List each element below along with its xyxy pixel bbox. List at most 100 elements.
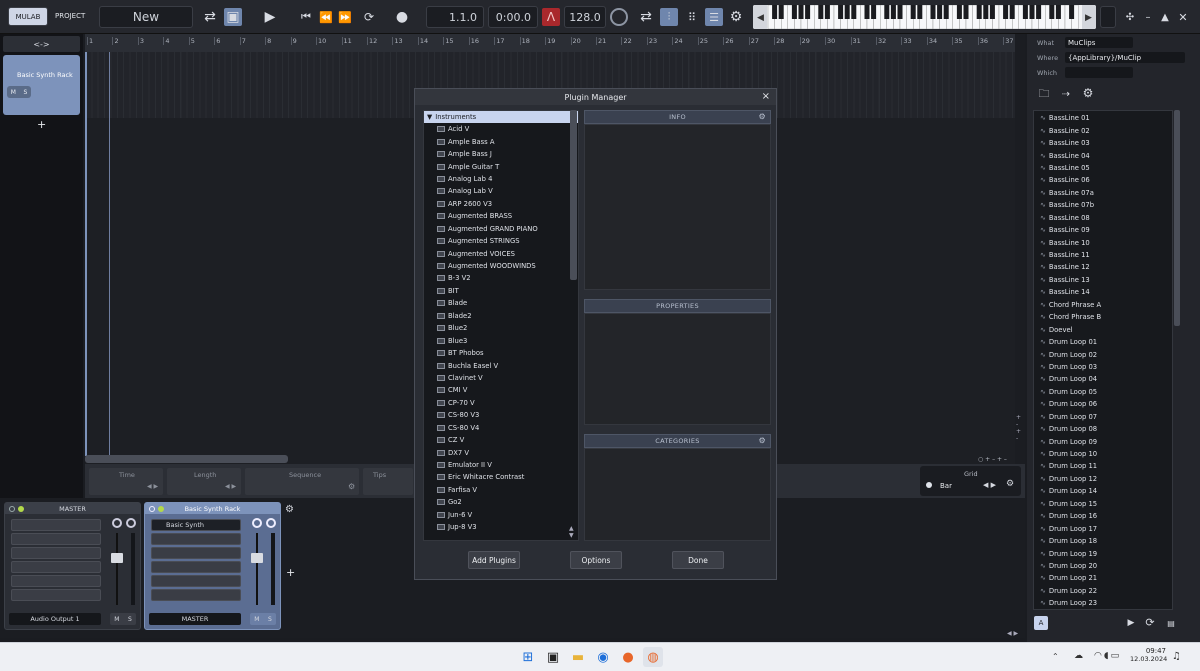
plugin-list-item[interactable]: Jup-8 V3 — [424, 521, 578, 533]
play-icon[interactable]: ▶ — [262, 9, 278, 25]
insert-slot[interactable] — [11, 519, 101, 531]
plugin-list-item[interactable]: Ample Bass A — [424, 135, 578, 147]
insert-slot[interactable] — [151, 547, 241, 559]
category-header[interactable]: ▼ Instruments — [424, 111, 578, 123]
horizontal-zoom-controls[interactable]: ○ + – + – — [978, 456, 1007, 463]
keyboard-strip[interactable]: ◀ ▶ — [753, 5, 1096, 29]
black-key[interactable] — [1022, 5, 1028, 19]
length-param[interactable]: Length ◀ ▶ — [167, 468, 241, 495]
options-button[interactable]: Options — [570, 551, 622, 569]
clip-list-item[interactable]: ∿ BassLine 13 — [1034, 274, 1172, 286]
rack-mute-solo[interactable]: MS — [250, 613, 276, 625]
black-key[interactable] — [976, 5, 982, 19]
time-arrows[interactable]: ◀ ▶ — [147, 483, 158, 490]
clip-list-item[interactable]: ∿ Drum Loop 10 — [1034, 448, 1172, 460]
plugin-list-item[interactable]: Farfisa V — [424, 484, 578, 496]
pan-knob-icon[interactable] — [266, 518, 276, 528]
plugin-list-item[interactable]: Go2 — [424, 496, 578, 508]
gain-knob-icon[interactable] — [252, 518, 262, 528]
black-key[interactable] — [824, 5, 830, 19]
plugin-list-item[interactable]: Acid V — [424, 123, 578, 135]
clip-list[interactable]: ∿ BassLine 01 ∿ BassLine 02 ∿ BassLine 03 ∿ Bas… — [1033, 110, 1173, 610]
plugin-list-item[interactable]: Blue3 — [424, 334, 578, 346]
where-field[interactable]: {AppLibrary}/MuClip — [1065, 52, 1185, 63]
position-display[interactable]: 1.1.0 — [426, 6, 484, 28]
info-gear-icon[interactable]: ⚙ — [759, 112, 766, 121]
insert-slot[interactable] — [151, 561, 241, 573]
plugin-list-item[interactable]: CMI V — [424, 384, 578, 396]
insert-slot[interactable] — [151, 589, 241, 601]
plugin-list-item[interactable]: Augmented BRASS — [424, 210, 578, 222]
black-key[interactable] — [983, 5, 989, 19]
black-key[interactable] — [818, 5, 824, 19]
mulab-app-icon[interactable]: ◍ — [643, 647, 663, 667]
clip-list-item[interactable]: ∿ Drum Loop 03 — [1034, 361, 1172, 373]
insert-slot[interactable] — [151, 533, 241, 545]
clip-list-item[interactable]: ∿ BassLine 03 — [1034, 137, 1172, 149]
clip-list-item[interactable]: ∿ Drum Loop 22 — [1034, 585, 1172, 597]
plugin-list-item[interactable]: DX7 V — [424, 446, 578, 458]
tray-chevron-icon[interactable]: ⌃ — [1052, 652, 1059, 661]
time-display[interactable]: 0:00.0 — [488, 6, 538, 28]
power-icon[interactable] — [9, 506, 15, 512]
plugin-list-item[interactable]: CZ V — [424, 434, 578, 446]
minimize-icon[interactable]: – — [1141, 9, 1155, 25]
time-param[interactable]: Time ◀ ▶ — [89, 468, 163, 495]
insert-slot[interactable] — [11, 561, 101, 573]
tray-clock[interactable]: 09:47 12.03.2024 — [1130, 647, 1167, 663]
plugin-list-item[interactable]: Blade — [424, 297, 578, 309]
clip-list-item[interactable]: ∿ BassLine 12 — [1034, 261, 1172, 273]
plugin-list-item[interactable]: BIT — [424, 285, 578, 297]
insert-slot[interactable] — [11, 575, 101, 587]
insert-slot[interactable] — [11, 533, 101, 545]
clip-list-item[interactable]: ∿ Drum Loop 05 — [1034, 386, 1172, 398]
clip-list-scrollbar[interactable] — [1174, 110, 1180, 326]
power-icon[interactable] — [149, 506, 155, 512]
tempo-knob-icon[interactable] — [610, 8, 628, 26]
volume-fader[interactable] — [251, 553, 263, 563]
list-scroll-arrows[interactable]: ▲ ▼ — [569, 525, 574, 539]
clip-list-item[interactable]: ∿ BassLine 14 — [1034, 286, 1172, 298]
plugin-list-item[interactable]: Clavinet V — [424, 372, 578, 384]
black-key[interactable] — [884, 5, 890, 19]
grid-param[interactable]: Grid Bar ◀ ▶ ⚙ — [920, 466, 1021, 496]
clip-list-item[interactable]: ∿ Drum Loop 17 — [1034, 522, 1172, 534]
clip-list-item[interactable]: ∿ Drum Loop 14 — [1034, 485, 1172, 497]
clip-list-item[interactable]: ∿ BassLine 05 — [1034, 162, 1172, 174]
active-led-icon[interactable] — [18, 506, 24, 512]
black-key[interactable] — [917, 5, 923, 19]
clip-list-item[interactable]: ∿ Chord Phrase B — [1034, 311, 1172, 323]
layout-icon[interactable]: ▣ — [224, 8, 242, 26]
clip-list-item[interactable]: ∿ BassLine 04 — [1034, 149, 1172, 161]
clip-list-item[interactable]: ∿ BassLine 09 — [1034, 224, 1172, 236]
black-key[interactable] — [838, 5, 844, 19]
grid-icon[interactable]: ⠿ — [684, 9, 700, 25]
track-header[interactable]: Basic Synth Rack MS — [3, 55, 80, 115]
clip-list-item[interactable]: ∿ Drum Loop 07 — [1034, 411, 1172, 423]
clip-list-item[interactable]: ∿ Drum Loop 01 — [1034, 336, 1172, 348]
clip-list-item[interactable]: ∿ Drum Loop 06 — [1034, 398, 1172, 410]
what-field[interactable]: MuClips — [1065, 37, 1133, 48]
plugin-list-item[interactable]: Augmented VOICES — [424, 247, 578, 259]
insert-slot[interactable] — [11, 589, 101, 601]
clipboard-icon[interactable]: ▤ — [1165, 616, 1177, 630]
black-key[interactable] — [871, 5, 877, 19]
plugin-list-item[interactable]: CS-80 V3 — [424, 409, 578, 421]
add-strip-button[interactable]: + — [286, 566, 295, 579]
volume-fader[interactable] — [111, 553, 123, 563]
plugin-list-item[interactable]: Analog Lab V — [424, 185, 578, 197]
active-led-icon[interactable] — [158, 506, 164, 512]
plugin-list-item[interactable]: B-3 V2 — [424, 272, 578, 284]
timeline-ruler[interactable]: 1 2 3 4 5 6 7 8 9 10 11 12 13 14 15 16 17 18 19 20 21 22 23 24 2… — [85, 34, 1015, 52]
mute-button[interactable]: M — [114, 616, 119, 623]
pan-knob-icon[interactable] — [126, 518, 136, 528]
folder-icon[interactable]: 🗀 — [1037, 87, 1051, 101]
gain-knob-icon[interactable] — [112, 518, 122, 528]
clip-list-item[interactable]: ∿ Drum Loop 15 — [1034, 498, 1172, 510]
faders-icon[interactable]: ⫶ — [660, 8, 678, 26]
black-key[interactable] — [897, 5, 903, 19]
sequence-gear-icon[interactable]: ⚙ — [348, 482, 355, 491]
clip-list-item[interactable]: ∿ Drum Loop 09 — [1034, 435, 1172, 447]
rewind-icon[interactable]: ⏪ — [318, 9, 334, 25]
grid-gear-icon[interactable]: ⚙ — [1006, 479, 1014, 489]
